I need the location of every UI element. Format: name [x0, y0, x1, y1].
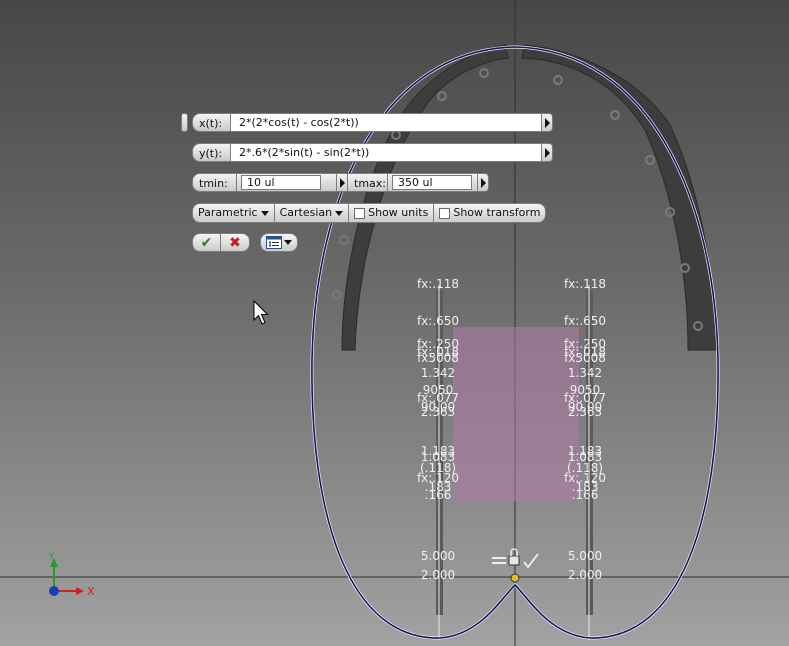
coordinate-system-dropdown[interactable]: Cartesian: [274, 203, 350, 223]
show-units-toggle[interactable]: Show units: [349, 203, 435, 223]
chevron-down-icon: [335, 210, 344, 216]
right-dimension-label[interactable]: 5.000: [568, 549, 602, 563]
hole: [437, 91, 447, 101]
y-equation-expand-button[interactable]: [542, 143, 553, 162]
x-axis-label: X: [87, 585, 95, 598]
tmin-wrap: 10 ul: [237, 173, 337, 192]
drag-grip[interactable]: [181, 113, 188, 132]
show-transform-toggle[interactable]: Show transform: [434, 203, 547, 223]
y-equation-input[interactable]: 2*.6*(2*sin(t) - sin(2*t)): [231, 143, 542, 162]
tangent-constraint-icon: [523, 553, 539, 569]
sketch-canvas[interactable]: fx:.118fx:.650fx:.250fx:.018fx50081.3429…: [0, 0, 789, 646]
show-transform-checkbox[interactable]: [439, 207, 451, 219]
right-dimension-label[interactable]: 2.363: [568, 405, 602, 419]
origin-icon: [49, 586, 59, 596]
y-label: y(t):: [192, 143, 231, 162]
x-equation-input[interactable]: 2*(2*cos(t) - cos(2*t)): [231, 113, 542, 132]
tmax-expand-button[interactable]: [478, 173, 489, 192]
left-dimension-label[interactable]: 2.363: [421, 405, 455, 419]
tmin-label: tmin:: [192, 173, 237, 192]
y-equation-row: y(t): 2*.6*(2*sin(t) - sin(2*t)): [192, 143, 553, 162]
right-dimension-label[interactable]: 1.342: [568, 366, 602, 380]
action-row: ✔ ✖: [192, 233, 298, 252]
left-dimension-label[interactable]: 5.000: [421, 549, 455, 563]
show-transform-label: Show transform: [453, 206, 541, 219]
hole: [332, 290, 342, 300]
hole: [339, 235, 349, 245]
curve-type-value: Parametric: [198, 206, 258, 219]
hole: [553, 75, 563, 85]
tmin-input[interactable]: 10 ul: [241, 175, 321, 190]
mouse-pointer-icon: [253, 300, 269, 325]
hole: [610, 110, 620, 120]
lock-shackle-icon: [510, 548, 518, 556]
left-dimension-label[interactable]: fx:.650: [417, 314, 459, 328]
tmax-input[interactable]: 350 ul: [392, 175, 472, 190]
left-dimension-label[interactable]: 2.000: [421, 568, 455, 582]
t-range-row: tmin: 10 ul tmax: 350 ul: [192, 173, 489, 192]
x-arrowhead-icon: [76, 587, 84, 595]
x-label: x(t):: [192, 113, 231, 132]
right-dimension-label[interactable]: fx:.118: [564, 277, 606, 291]
left-panel: [341, 44, 509, 351]
left-dimension-label[interactable]: fx5008: [417, 351, 459, 365]
checkmark-icon: ✔: [200, 234, 213, 251]
options-menu-button[interactable]: [260, 233, 298, 252]
show-units-checkbox[interactable]: [354, 207, 366, 219]
right-dimension-label[interactable]: 2.000: [568, 568, 602, 582]
y-axis-label: Y: [48, 552, 55, 562]
left-dimension-label[interactable]: .166: [425, 488, 452, 502]
hole: [645, 155, 655, 165]
tmin-expand-button[interactable]: [337, 173, 348, 192]
curve-type-dropdown[interactable]: Parametric: [192, 203, 275, 223]
cusp-point[interactable]: [510, 573, 520, 583]
x-equation-row: x(t): 2*(2*cos(t) - cos(2*t)): [181, 113, 553, 132]
cancel-button[interactable]: ✖: [221, 233, 250, 252]
show-units-label: Show units: [368, 206, 429, 219]
lock-icon: [508, 555, 520, 566]
selected-region[interactable]: [453, 327, 579, 501]
options-row: Parametric Cartesian Show units Show tra…: [192, 203, 547, 223]
slot-panels: [341, 44, 717, 351]
chevron-down-icon: [260, 210, 269, 216]
tmax-label: tmax:: [348, 173, 388, 192]
cross-icon: ✖: [229, 234, 241, 251]
coordinate-system-value: Cartesian: [279, 206, 333, 219]
hole: [479, 68, 489, 78]
right-panel: [521, 44, 717, 351]
right-dimension-label[interactable]: .166: [572, 488, 599, 502]
axis-triad: X Y: [48, 552, 95, 598]
right-dimension-label[interactable]: fx:.650: [564, 314, 606, 328]
tmax-wrap: 350 ul: [388, 173, 478, 192]
chevron-down-icon: [284, 240, 292, 245]
ok-button[interactable]: ✔: [192, 233, 221, 252]
left-dimension-label[interactable]: 1.342: [421, 366, 455, 380]
right-dimension-label[interactable]: fx5008: [564, 351, 606, 365]
x-equation-expand-button[interactable]: [542, 113, 553, 132]
options-menu-icon: [266, 236, 282, 249]
left-dimension-label[interactable]: fx:.118: [417, 277, 459, 291]
